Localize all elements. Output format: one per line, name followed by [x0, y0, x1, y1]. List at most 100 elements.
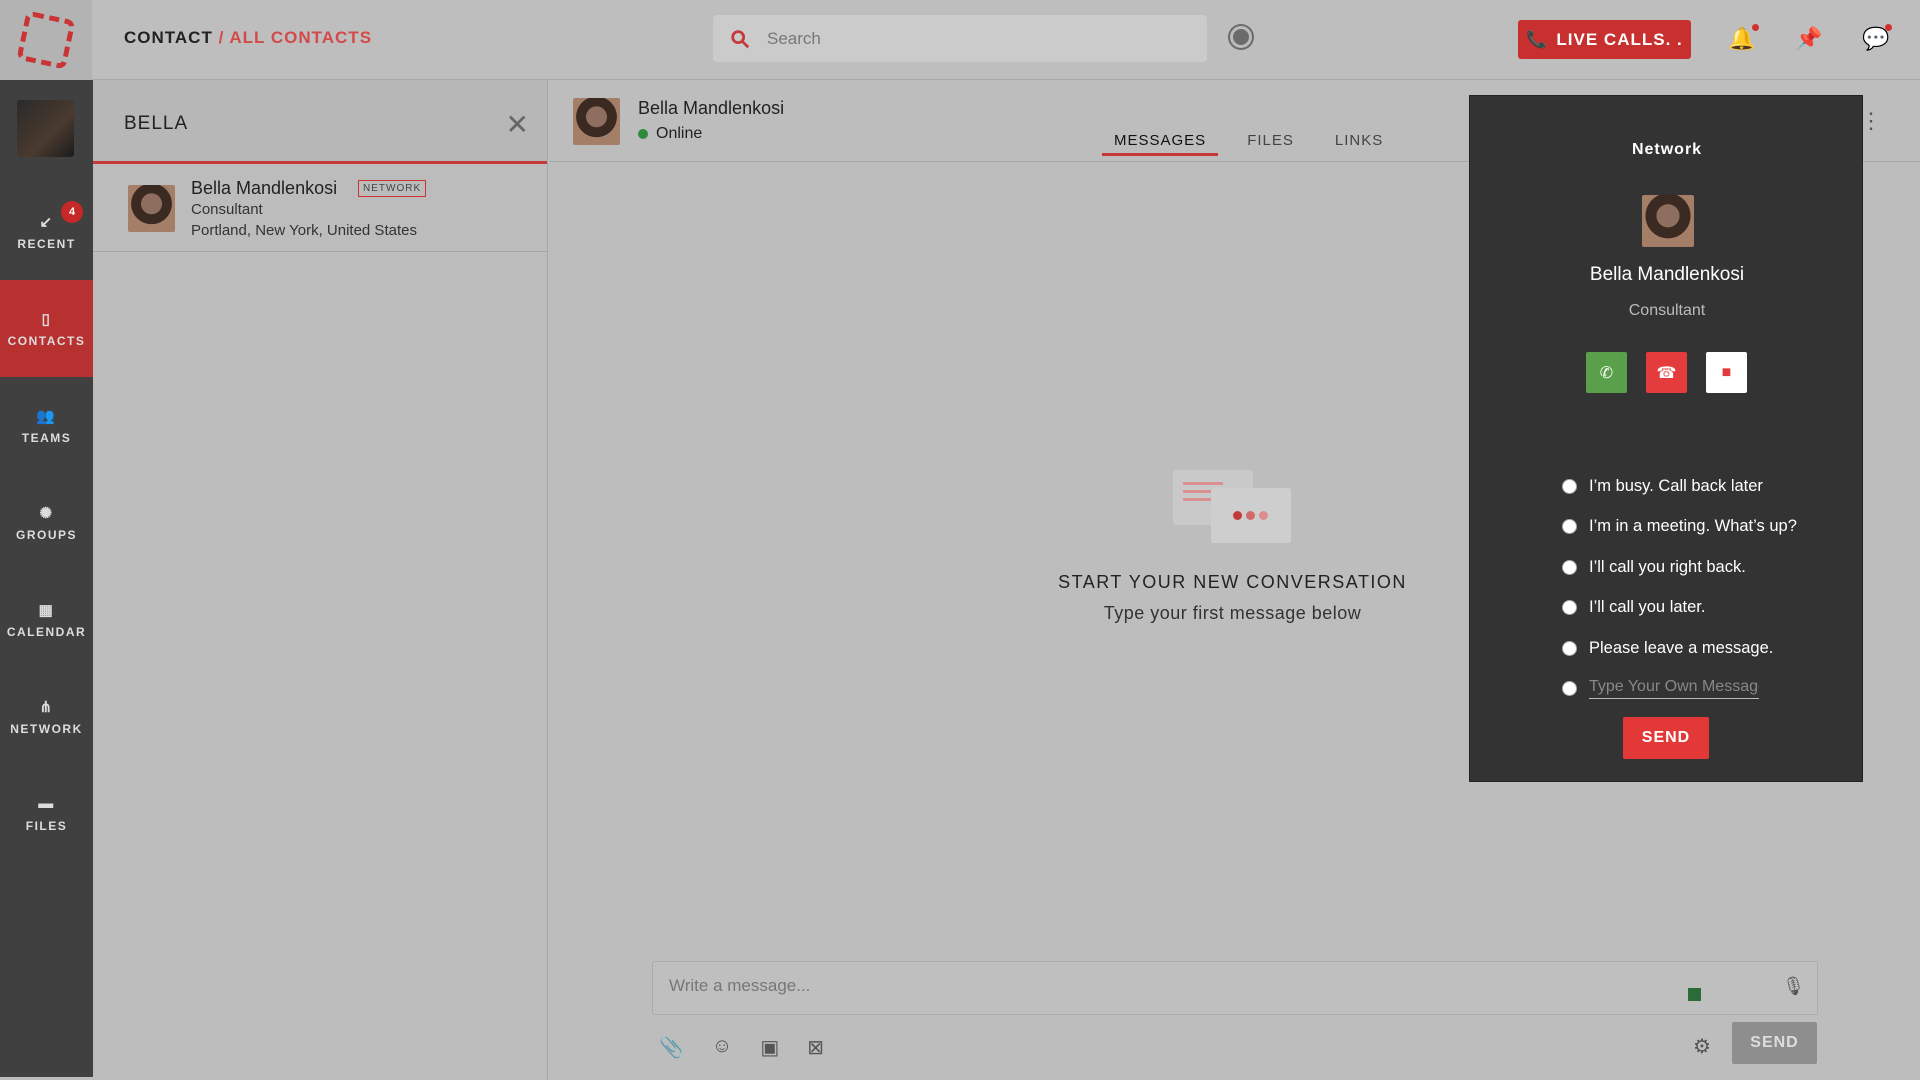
quick-reply-option[interactable]: I’m in a meeting. What’s up? [1562, 507, 1852, 548]
phone-icon: 📞 [1526, 29, 1549, 49]
logo-mark [16, 10, 76, 70]
quick-reply-options: I’m busy. Call back later I’m in a meeti… [1562, 466, 1852, 709]
live-calls-button[interactable]: 📞 LIVE CALLS. . [1518, 20, 1691, 59]
live-calls-label: LIVE CALLS. . [1556, 29, 1683, 49]
contact-list-panel: BELLA ✕ Bella Mandlenkosi NETWORK Consul… [93, 80, 548, 1080]
conversation-illustration-icon [1172, 470, 1293, 550]
pin-icon[interactable]: 📌 [1795, 26, 1822, 52]
reply-message-button[interactable]: ■ [1706, 352, 1747, 393]
dialog-contact-name: Bella Mandlenkosi [1589, 264, 1745, 285]
chat-contact-name: Bella Mandlenkosi [638, 98, 785, 118]
custom-reply-input[interactable] [1589, 678, 1759, 700]
my-avatar[interactable] [17, 100, 74, 157]
search-input[interactable] [767, 28, 1187, 49]
call-actions: ✆ ☎ ■ [1586, 352, 1747, 393]
contacts-book-icon: ▯ [41, 310, 52, 328]
presence-label: Online [656, 125, 703, 142]
rail-item-groups[interactable]: ✺ GROUPS [0, 474, 93, 571]
hangup-icon: ☎ [1656, 364, 1677, 382]
decline-call-button[interactable]: ☎ [1646, 352, 1687, 393]
message-icon: ■ [1721, 363, 1732, 381]
radio-button[interactable] [1562, 600, 1577, 616]
accept-call-button[interactable]: ✆ [1586, 352, 1627, 393]
dialog-contact-avatar [1642, 195, 1694, 247]
emoji-icon[interactable]: ☺ [712, 1035, 732, 1060]
notification-dot [1752, 24, 1759, 31]
contact-location: Portland, New York, United States [191, 222, 417, 239]
send-message-button[interactable]: SEND [1732, 1022, 1817, 1064]
contact-search-header: BELLA ✕ [93, 80, 547, 164]
contact-avatar [128, 185, 175, 232]
close-icon[interactable]: ✕ [506, 108, 529, 141]
rail-item-calendar[interactable]: ▦ CALENDAR [0, 571, 93, 668]
quick-reply-option[interactable]: I’m busy. Call back later [1562, 466, 1852, 507]
quick-reply-label: I’ll call you later. [1589, 598, 1706, 617]
quick-reply-option[interactable]: I’ll call you right back. [1562, 547, 1852, 588]
rail-item-contacts[interactable]: ▯ CONTACTS [0, 280, 93, 377]
top-bar: CONTACT / ALL CONTACTS 📞 LIVE CALLS. . 🔔… [0, 0, 1920, 80]
rail-label-files: FILES [25, 818, 68, 833]
radio-button[interactable] [1562, 640, 1577, 656]
theme-toggle-icon[interactable] [1230, 26, 1252, 48]
online-dot-icon [638, 129, 648, 139]
contact-search-query[interactable]: BELLA [124, 113, 188, 135]
presence-status: Online [638, 125, 702, 143]
tab-messages[interactable]: MESSAGES [1102, 132, 1219, 156]
search-icon [731, 29, 750, 48]
custom-reply-option[interactable] [1562, 669, 1852, 710]
status-square-icon [1688, 988, 1701, 1001]
rail-label-calendar: CALENDAR [6, 624, 87, 639]
radio-button[interactable] [1562, 519, 1577, 535]
rail-item-files[interactable]: ▬ FILES [0, 765, 93, 862]
quick-reply-label: I’m busy. Call back later [1589, 476, 1763, 495]
folder-icon: ▬ [38, 794, 55, 812]
left-rail: ↙ RECENT 4 ▯ CONTACTS 👥 TEAMS ✺ GROUPS ▦… [0, 80, 93, 1077]
dialog-contact-role: Consultant [1628, 302, 1706, 319]
recent-count-badge: 4 [61, 201, 83, 223]
rail-label-contacts: CONTACTS [7, 333, 86, 348]
rail-item-teams[interactable]: 👥 TEAMS [0, 377, 93, 474]
rail-label-network: NETWORK [10, 721, 83, 736]
rail-item-network[interactable]: ⋔ NETWORK [0, 668, 93, 765]
teams-people-icon: 👥 [36, 407, 57, 425]
more-options-icon[interactable]: ⋮ [1860, 108, 1882, 134]
chat-tabs: MESSAGES FILES LINKS [1102, 132, 1412, 156]
recent-arrow-icon: ↙ [39, 213, 54, 231]
contact-name: Bella Mandlenkosi [191, 178, 338, 198]
contact-list-item[interactable]: Bella Mandlenkosi NETWORK Consultant Por… [93, 164, 547, 252]
message-input[interactable] [669, 976, 1719, 996]
dialog-send-button[interactable]: SEND [1623, 717, 1709, 759]
gear-icon[interactable]: ⚙ [1693, 1034, 1711, 1059]
gif-icon[interactable]: ▣ [760, 1035, 779, 1060]
breadcrumb: CONTACT / ALL CONTACTS [124, 28, 372, 48]
app: CONTACT / ALL CONTACTS 📞 LIVE CALLS. . 🔔… [0, 0, 1920, 1080]
dialog-title: Network [1631, 141, 1703, 158]
breadcrumb-current: ALL CONTACTS [229, 28, 373, 47]
phone-icon: ✆ [1599, 364, 1614, 382]
message-dot [1885, 24, 1892, 31]
quick-reply-option[interactable]: I’ll call you later. [1562, 588, 1852, 629]
app-logo[interactable] [0, 0, 92, 80]
tab-files[interactable]: FILES [1235, 132, 1306, 156]
quick-reply-option[interactable]: Please leave a message. [1562, 628, 1852, 669]
microphone-icon[interactable]: 🎙 [1782, 976, 1805, 997]
quick-reply-label: I’m in a meeting. What’s up? [1589, 517, 1797, 536]
tab-links[interactable]: LINKS [1323, 132, 1395, 156]
chat-contact-avatar [573, 98, 620, 145]
bell-icon[interactable]: 🔔 [1728, 26, 1755, 52]
rail-item-recent[interactable]: ↙ RECENT 4 [0, 183, 93, 280]
contact-network-tag: NETWORK [358, 180, 427, 197]
radio-button[interactable] [1562, 559, 1577, 575]
attachment-icon[interactable]: 📎 [659, 1035, 684, 1060]
rail-label-recent: RECENT [17, 236, 76, 251]
calendar-icon: ▦ [38, 601, 55, 619]
network-icon: ⋔ [39, 698, 54, 716]
chat-bubble-icon[interactable]: 💬 [1862, 26, 1889, 52]
breadcrumb-root[interactable]: CONTACT [124, 28, 213, 47]
network-call-dialog: Network Bella Mandlenkosi Consultant ✆ ☎… [1469, 95, 1863, 782]
translate-icon[interactable]: ⊠ [807, 1035, 824, 1060]
rail-label-teams: TEAMS [21, 430, 72, 445]
radio-button[interactable] [1562, 478, 1577, 494]
radio-button[interactable] [1562, 681, 1577, 697]
contact-role: Consultant [191, 201, 263, 218]
